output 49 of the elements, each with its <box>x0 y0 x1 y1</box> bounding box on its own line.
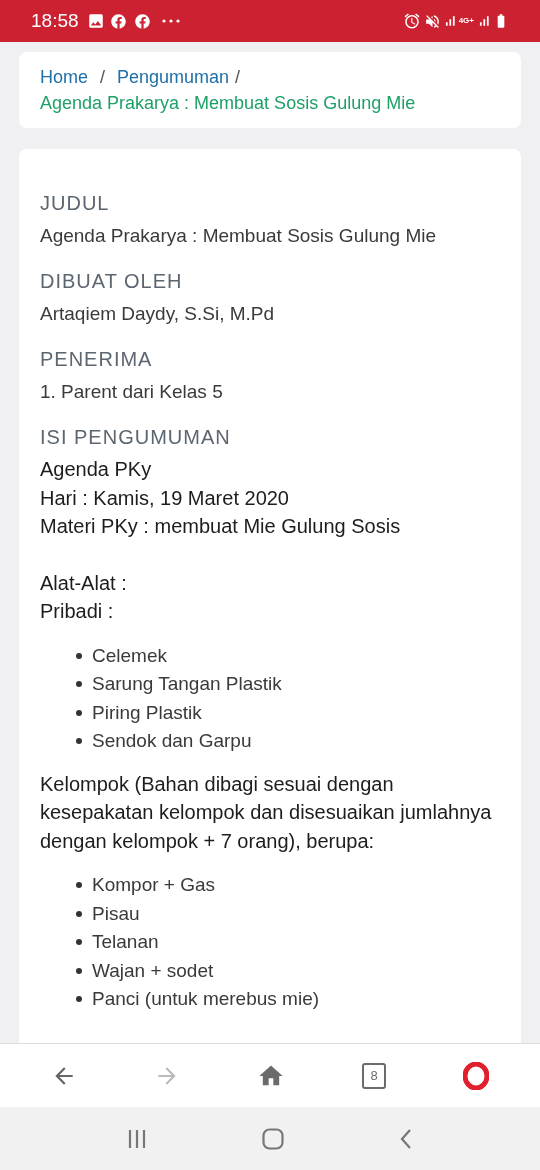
breadcrumb-link[interactable]: Pengumuman <box>117 64 230 90</box>
signal-icon <box>477 14 491 28</box>
content-text: Alat-Alat : <box>40 570 128 596</box>
browser-logo-icon[interactable] <box>463 1061 490 1090</box>
list-item: Sarung Tangan Plastik <box>92 672 282 696</box>
breadcrumb-link[interactable]: Agenda Prakarya : Membuat Sosis Gulung Mie <box>40 90 416 116</box>
bullet-icon <box>76 996 82 1003</box>
list-item: Panci (untuk merebus mie) <box>92 987 320 1011</box>
list-item: Wajan + sodet <box>92 958 214 983</box>
breadcrumb-link[interactable]: Home <box>40 64 88 90</box>
content-text: Hari : Kamis, 19 Maret 2020 <box>40 485 290 511</box>
field-value: Artaqiem Daydy, S.Si, M.Pd <box>40 302 276 326</box>
bullet-icon <box>76 652 82 659</box>
list-item: Kompor + Gas <box>92 873 216 897</box>
bullet-icon <box>76 882 82 889</box>
list-item: Sendok dan Garpu <box>92 729 252 753</box>
back-icon[interactable] <box>398 1127 413 1150</box>
bullet-icon <box>76 910 82 917</box>
list-item: Telanan <box>92 930 159 954</box>
field-label: PENERIMA <box>40 347 154 372</box>
more-icon <box>161 19 180 23</box>
content-text: Kelompok (Bahan dibagi sesuai dengan kesepakatan kelompok dan disesuaikan jumlahnya dengan kelompok + 7 orang), berupa: <box>40 771 493 854</box>
breadcrumb-separator: / <box>235 66 241 89</box>
field-label: ISI PENGUMUMAN <box>40 425 232 450</box>
bullet-icon <box>76 681 82 688</box>
alarm-icon <box>402 12 421 30</box>
home-icon[interactable] <box>262 1127 284 1150</box>
bullet-icon <box>76 738 82 745</box>
list-item: Piring Plastik <box>92 700 202 725</box>
field-label: JUDUL <box>40 191 111 216</box>
bullet-icon <box>76 967 82 974</box>
field-label: DIBUAT OLEH <box>40 269 184 294</box>
content-text: Pribadi : <box>40 599 115 624</box>
facebook-icon <box>110 13 126 29</box>
facebook-icon <box>134 13 150 29</box>
network-label: 4G+ <box>458 17 474 25</box>
bullet-icon <box>76 709 82 716</box>
recent-apps-icon[interactable] <box>127 1128 148 1149</box>
field-value: Agenda Prakarya : Membuat Sosis Gulung Mie <box>40 224 438 248</box>
status-time: 18:58 <box>31 8 79 33</box>
list-item: Pisau <box>92 901 140 926</box>
list-item: Celemek <box>92 643 167 668</box>
bullet-icon <box>76 939 82 946</box>
content-text: Agenda PKy <box>40 457 153 482</box>
content-text: Materi PKy : membuat Mie Gulung Sosis <box>40 514 402 539</box>
breadcrumb-separator: / <box>100 66 106 89</box>
tabs-button[interactable]: 8 <box>362 1062 387 1089</box>
image-icon <box>86 12 105 30</box>
field-value: 1. Parent dari Kelas 5 <box>40 380 224 404</box>
